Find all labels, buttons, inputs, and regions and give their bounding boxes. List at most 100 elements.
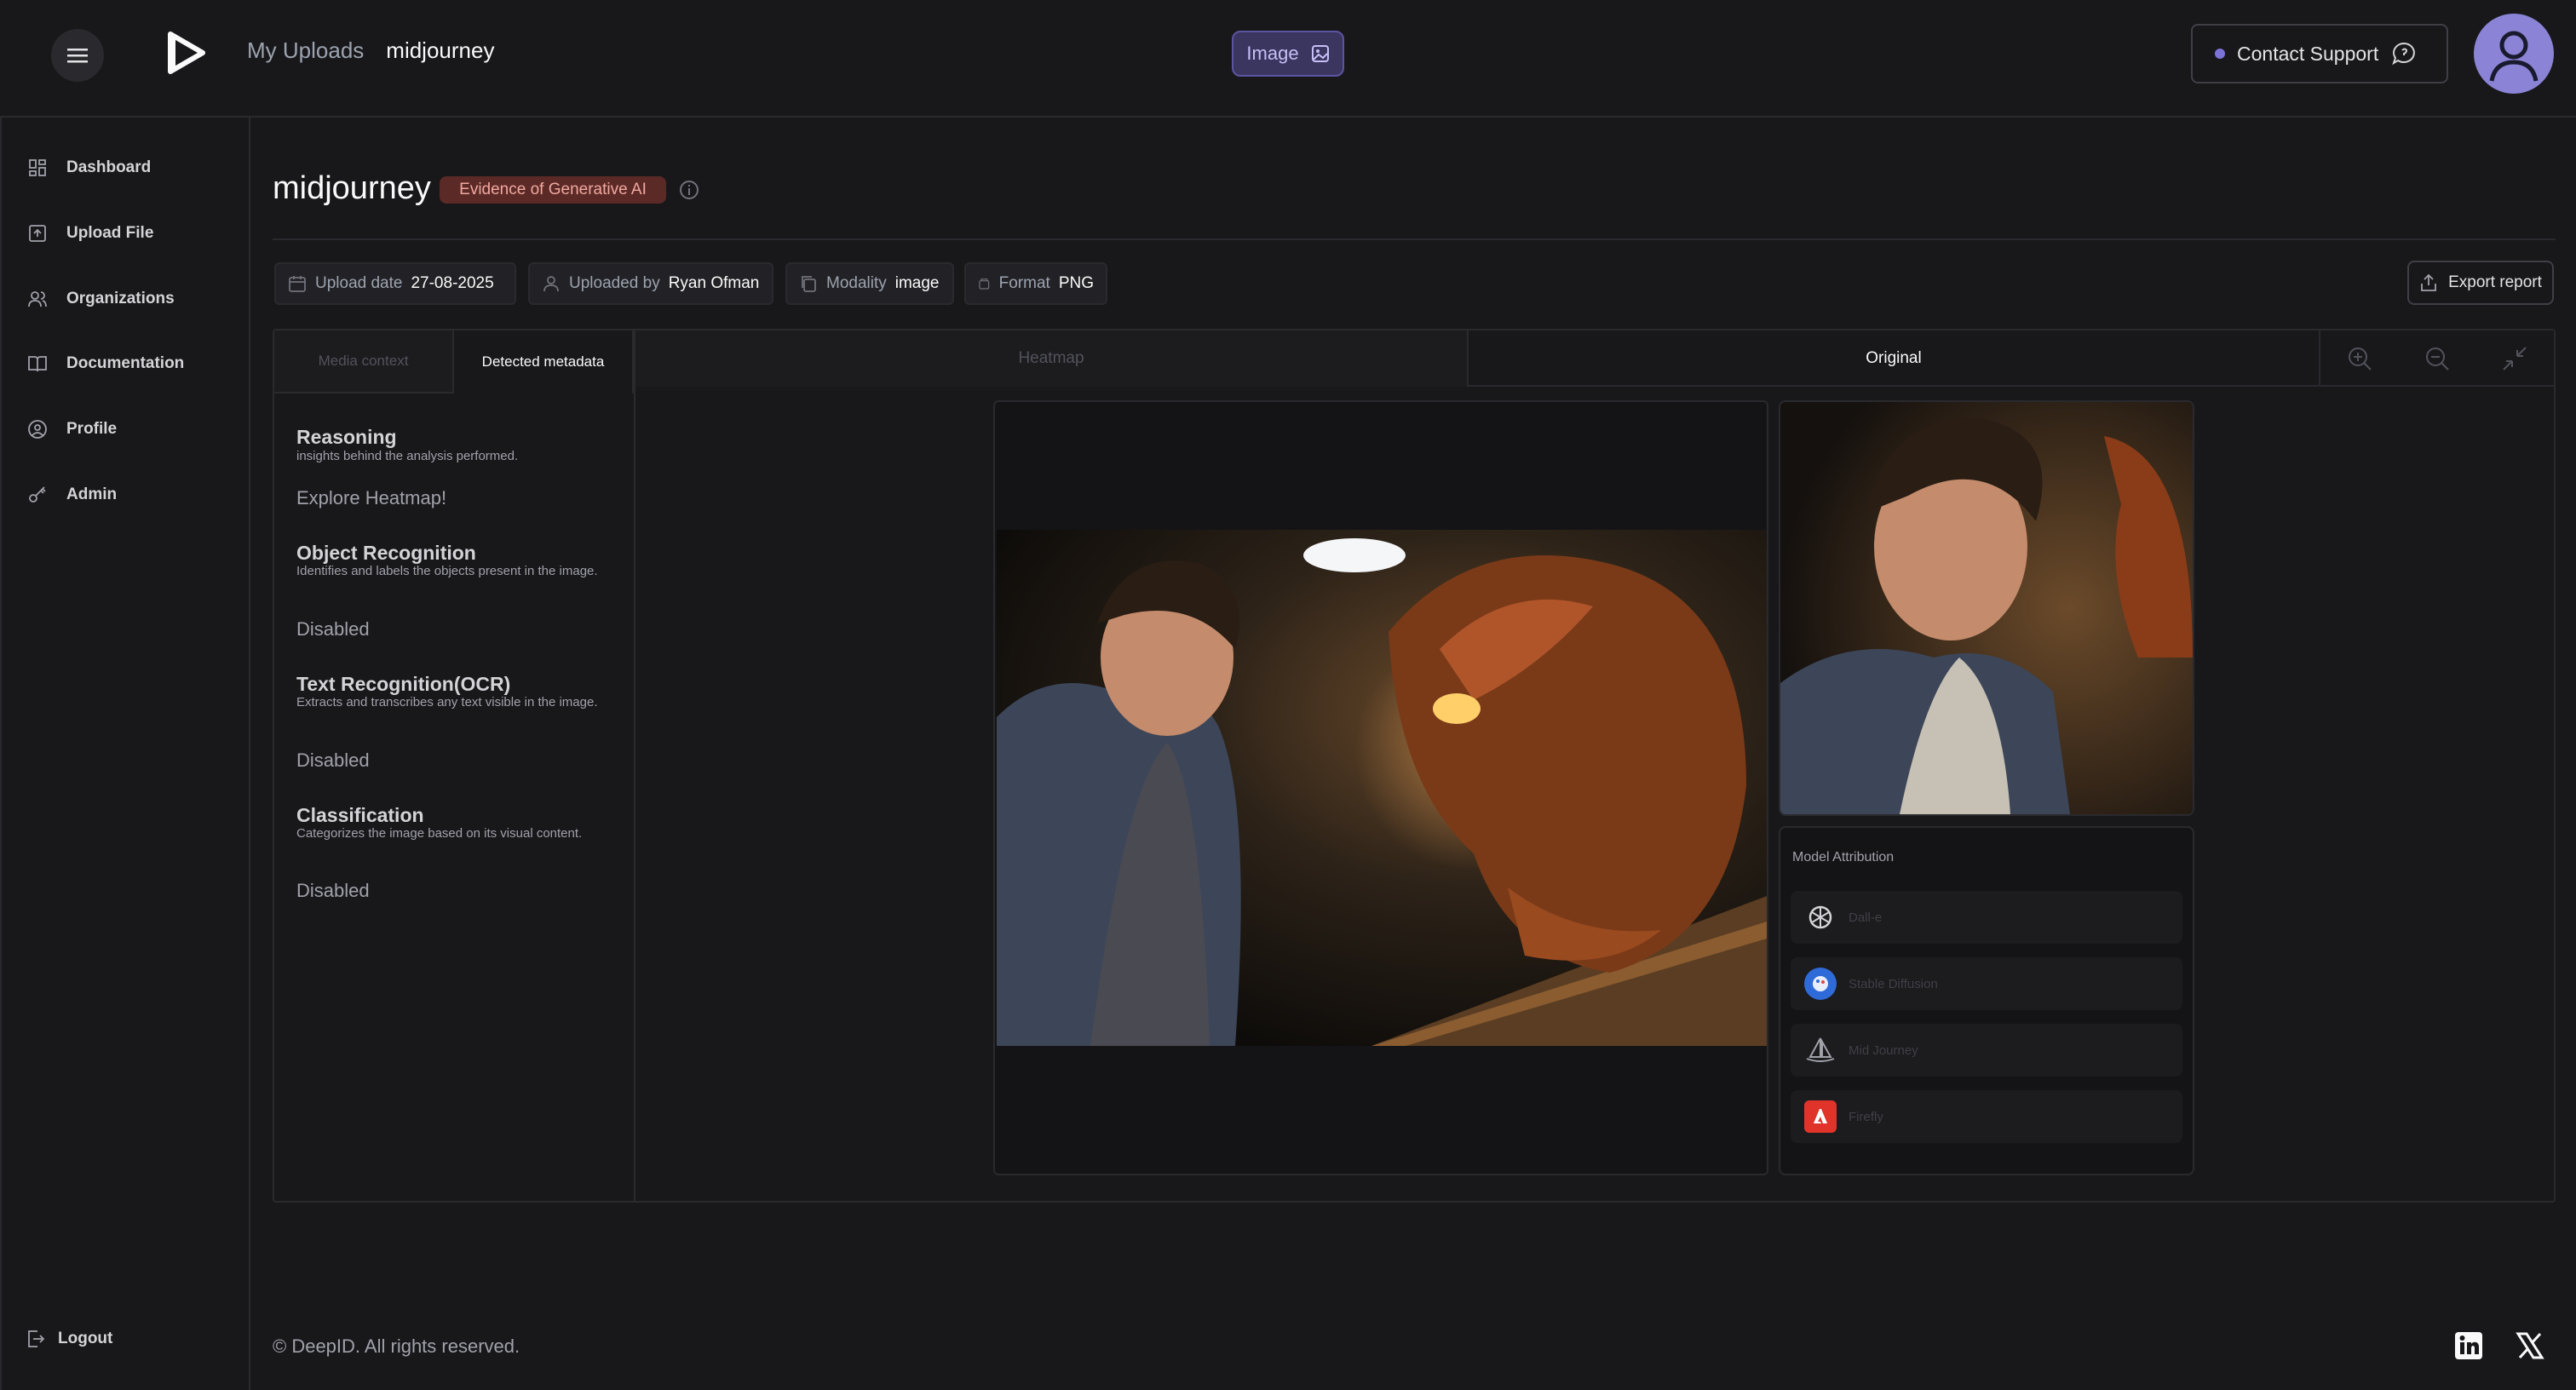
key-icon: [29, 486, 46, 503]
section-description: insights behind the analysis performed.: [296, 449, 519, 463]
modality-badge-label: Image: [1246, 43, 1299, 64]
zoom-out-icon[interactable]: [2423, 344, 2452, 373]
collapse-icon[interactable]: [2500, 344, 2529, 373]
uploaded-image: [997, 530, 1767, 1046]
users-icon: [28, 291, 47, 307]
page-title: midjourney: [273, 170, 431, 206]
contact-support-label: Contact Support: [2237, 42, 2379, 65]
info-icon[interactable]: [678, 179, 700, 201]
section-value: Disabled: [296, 750, 370, 771]
section-description: Extracts and transcribes any text visibl…: [296, 695, 598, 709]
view-tabs: Heatmap Original: [635, 330, 2554, 387]
model-row-stable-diffusion[interactable]: Stable Diffusion: [1791, 957, 2182, 1010]
calendar-icon: [289, 276, 306, 292]
sidebar-item-dashboard[interactable]: Dashboard: [27, 151, 151, 185]
upload-date-chip: Upload date 27-08-2025: [274, 262, 516, 305]
logout-icon: [28, 1330, 44, 1347]
upload-icon: [29, 225, 46, 242]
model-row-mid-journey[interactable]: Mid Journey: [1791, 1024, 2182, 1077]
sidebar-item-upload-file[interactable]: Upload File: [27, 216, 153, 250]
uploaded-by-value: Ryan Ofman: [668, 274, 760, 292]
linkedin-icon[interactable]: [2453, 1330, 2484, 1361]
upload-date-label: Upload date: [315, 274, 403, 292]
sailboat-icon: [1804, 1034, 1837, 1066]
image-viewer[interactable]: [993, 400, 1768, 1175]
format-value: PNG: [1058, 274, 1094, 292]
grid-icon: [29, 159, 46, 176]
modality-label: Modality: [826, 274, 887, 292]
deepid-logo-icon[interactable]: [167, 31, 206, 75]
verdict-badge: Evidence of Generative AI: [440, 176, 666, 204]
status-dot: [2215, 49, 2225, 59]
modality-chip: Modality image: [785, 262, 954, 305]
hamburger-icon: [67, 49, 88, 63]
model-attribution-box: Model Attribution Dall-e Stable Diffusio…: [1779, 826, 2194, 1175]
image-thumbnail[interactable]: [1779, 400, 2194, 816]
adobe-firefly-icon: [1804, 1100, 1837, 1133]
upload-date-value: 27-08-2025: [411, 274, 494, 292]
section-title: Text Recognition(OCR): [296, 673, 511, 695]
file-icon: [979, 279, 990, 290]
model-name: Dall-e: [1849, 910, 1883, 925]
sidebar-item-profile[interactable]: Profile: [27, 412, 117, 446]
modality-value: image: [894, 274, 940, 292]
logout-label: Logout: [58, 1330, 113, 1347]
top-bar: My Uploads midjourney Image Contact Supp…: [0, 0, 2576, 118]
model-attribution-title: Model Attribution: [1792, 850, 1895, 864]
tab-original[interactable]: Original: [1469, 330, 2320, 387]
menu-button[interactable]: [51, 29, 104, 82]
image-icon: [1311, 45, 1329, 62]
sidebar: Dashboard Upload File Organizations Docu…: [0, 118, 250, 1390]
sidebar-item-label: Organizations: [66, 290, 175, 307]
breadcrumb-current: midjourney: [386, 37, 495, 63]
model-row-dalle[interactable]: Dall-e: [1791, 891, 2182, 944]
book-icon: [28, 356, 47, 372]
section-value: Disabled: [296, 618, 370, 640]
share-icon: [2421, 273, 2436, 291]
x-twitter-icon[interactable]: [2515, 1330, 2545, 1361]
contact-support-button[interactable]: Contact Support: [2191, 24, 2448, 83]
tab-detected-metadata[interactable]: Detected metadata: [454, 330, 634, 393]
section-title: Object Recognition: [296, 542, 476, 564]
model-name: Mid Journey: [1849, 1042, 1918, 1058]
stable-diffusion-icon: [1804, 968, 1837, 1000]
section-title: Classification: [296, 804, 424, 826]
sidebar-item-label: Dashboard: [66, 158, 152, 176]
sidebar-item-documentation[interactable]: Documentation: [27, 347, 184, 381]
modality-badge: Image: [1232, 31, 1344, 77]
model-name: Stable Diffusion: [1849, 976, 1938, 991]
breadcrumb-my-uploads[interactable]: My Uploads: [247, 37, 364, 64]
sidebar-item-label: Profile: [66, 420, 118, 438]
logout-button[interactable]: Logout: [26, 1329, 112, 1349]
section-value: Disabled: [296, 880, 370, 901]
user-avatar-icon: [2489, 31, 2539, 82]
section-description: Categorizes the image based on its visua…: [296, 826, 583, 841]
uploaded-by-label: Uploaded by: [569, 274, 660, 292]
divider: [273, 238, 2556, 240]
sidebar-item-organizations[interactable]: Organizations: [27, 282, 175, 316]
export-report-button[interactable]: Export report: [2407, 261, 2554, 305]
section-description: Identifies and labels the objects presen…: [296, 564, 598, 578]
openai-icon: [1804, 901, 1837, 933]
section-title: Reasoning: [296, 426, 397, 448]
tab-heatmap[interactable]: Heatmap: [635, 330, 1469, 387]
breadcrumb: My Uploads midjourney: [247, 37, 494, 64]
uploaded-by-chip: Uploaded by Ryan Ofman: [528, 262, 773, 305]
tab-media-context[interactable]: Media context: [274, 330, 454, 393]
avatar[interactable]: [2474, 14, 2554, 94]
copy-icon: [802, 276, 816, 292]
export-report-label: Export report: [2448, 273, 2542, 291]
sidebar-item-label: Admin: [66, 485, 118, 503]
copyright-text: © DeepID. All rights reserved.: [273, 1335, 520, 1357]
sidebar-item-admin[interactable]: Admin: [27, 478, 117, 512]
zoom-in-icon[interactable]: [2345, 344, 2374, 373]
model-name: Firefly: [1849, 1109, 1883, 1124]
user-icon: [543, 276, 559, 292]
zoom-tools: [2320, 330, 2554, 387]
model-row-firefly[interactable]: Firefly: [1791, 1090, 2182, 1143]
chat-bubble-icon: [2392, 42, 2416, 66]
thumbnail-image: [1780, 402, 2193, 814]
explore-heatmap-link[interactable]: Explore Heatmap!: [296, 487, 446, 509]
user-circle-icon: [28, 420, 47, 439]
left-tabs: Media context Detected metadata: [274, 330, 634, 393]
